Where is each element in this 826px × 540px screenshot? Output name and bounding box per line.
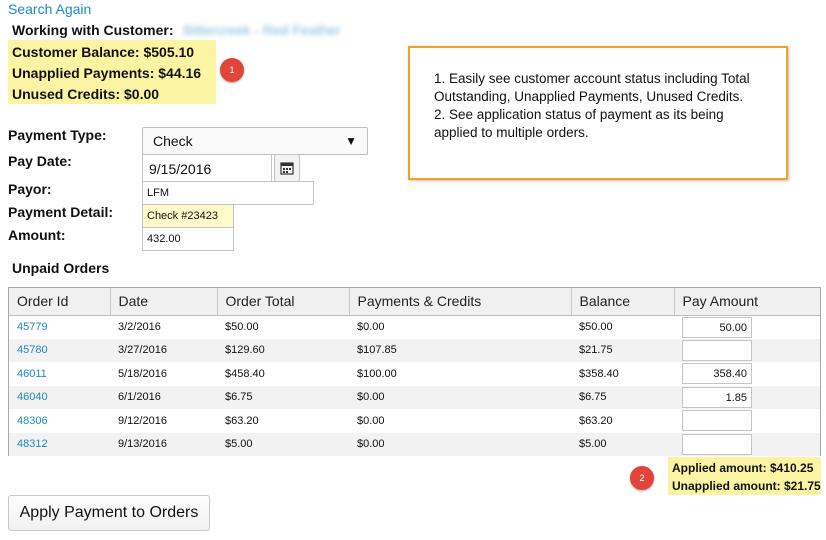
order-payments: $0.00 — [357, 414, 385, 427]
calendar-icon[interactable] — [274, 154, 300, 182]
payment-detail-label: Payment Detail: — [8, 204, 114, 220]
pay-amount-input[interactable] — [682, 339, 752, 361]
payment-type-label: Payment Type: — [8, 127, 107, 143]
table-row: 46011 5/18/2016 $458.40 $100.00 $358.40 … — [9, 362, 820, 386]
order-total: $458.40 — [225, 367, 265, 380]
order-date: 3/2/2016 — [118, 321, 161, 333]
apply-payment-button[interactable]: Apply Payment to Orders — [8, 495, 210, 531]
order-total: $5.00 — [217, 432, 349, 456]
amount-input[interactable]: 432.00 — [142, 227, 234, 251]
order-total: $6.75 — [217, 385, 349, 409]
unused-credits: Unused Credits: $0.00 — [12, 86, 160, 102]
order-balance: $50.00 — [579, 321, 613, 333]
order-balance: $358.40 — [579, 367, 619, 380]
account-summary: Customer Balance: $505.10 Unapplied Paym… — [8, 40, 216, 104]
payment-type-select[interactable]: Check ▼ — [142, 127, 368, 155]
pay-amount-input[interactable]: 1.85 — [682, 386, 752, 408]
payor-label: Payor: — [8, 181, 52, 197]
unpaid-orders-table: Order Id Date Order Total Payments & Cre… — [8, 287, 821, 456]
customer-name: Bittercreek - Red Feather — [183, 22, 341, 38]
column-header-balance: Balance — [571, 288, 675, 316]
order-payments: $0.00 — [349, 432, 571, 456]
order-date: 3/27/2016 — [110, 338, 217, 362]
column-header-order-id: Order Id — [9, 288, 111, 316]
order-balance: $6.75 — [571, 385, 674, 409]
column-header-order-total: Order Total — [217, 288, 350, 316]
working-label: Working with Customer: — [12, 22, 174, 38]
order-id-link[interactable]: 48312 — [17, 438, 48, 450]
payment-type-value: Check — [153, 133, 193, 149]
order-date: 9/12/2016 — [118, 414, 167, 427]
dropdown-arrow-icon: ▼ — [345, 134, 357, 148]
column-header-pay-amount: Pay Amount — [674, 288, 820, 316]
order-id-link[interactable]: 45780 — [17, 344, 48, 356]
column-header-payments-credits: Payments & Credits — [349, 288, 572, 316]
order-date: 6/1/2016 — [110, 385, 217, 409]
order-date: 5/18/2016 — [118, 367, 167, 380]
pay-amount-input[interactable]: 50.00 — [682, 316, 752, 338]
customer-balance: Customer Balance: $505.10 — [12, 44, 195, 60]
order-balance: $5.00 — [571, 432, 674, 456]
payor-input[interactable]: LFM — [142, 181, 314, 205]
unapplied-payments: Unapplied Payments: $44.16 — [12, 65, 202, 81]
unapplied-amount: Unapplied amount: $21.75 — [672, 479, 821, 493]
order-total: $129.60 — [217, 338, 349, 362]
pay-date-label: Pay Date: — [8, 153, 72, 169]
payment-totals: Applied amount: $410.25 Unapplied amount… — [668, 457, 821, 495]
order-payments: $100.00 — [357, 367, 397, 380]
callout-line-1: 1. Easily see customer account status in… — [434, 71, 750, 104]
pay-amount-input[interactable] — [682, 433, 752, 455]
order-balance: $63.20 — [579, 414, 613, 427]
order-total: $50.00 — [225, 321, 259, 333]
order-id-link[interactable]: 45779 — [17, 321, 48, 333]
applied-amount: Applied amount: $410.25 — [672, 461, 814, 475]
table-header-row: Order Id Date Order Total Payments & Cre… — [9, 288, 820, 316]
order-payments: $0.00 — [357, 321, 385, 333]
table-row: 48306 9/12/2016 $63.20 $0.00 $63.20 — [9, 409, 820, 433]
pay-amount-input[interactable] — [682, 410, 752, 432]
order-date: 9/13/2016 — [110, 432, 217, 456]
order-id-link[interactable]: 48306 — [17, 415, 48, 427]
annotation-badge-2: 2 — [630, 466, 654, 490]
callout-line-2: 2. See application status of payment as … — [434, 107, 724, 140]
table-row: 45780 3/27/2016 $129.60 $107.85 $21.75 — [9, 338, 820, 362]
order-payments: $0.00 — [349, 385, 571, 409]
order-total: $63.20 — [225, 414, 259, 427]
order-balance: $21.75 — [571, 338, 674, 362]
annotation-badge-1: 1 — [220, 58, 244, 82]
order-id-link[interactable]: 46011 — [17, 368, 47, 380]
search-again-link[interactable]: Search Again — [8, 1, 91, 17]
pay-date-input[interactable]: 9/15/2016 — [142, 154, 272, 182]
pay-amount-input[interactable]: 358.40 — [682, 363, 752, 385]
order-id-link[interactable]: 46040 — [17, 391, 48, 403]
table-row: 48312 9/13/2016 $5.00 $0.00 $5.00 — [9, 432, 820, 456]
payment-detail-input[interactable]: Check #23423 — [142, 204, 234, 228]
info-callout: 1. Easily see customer account status in… — [408, 46, 788, 180]
table-row: 45779 3/2/2016 $50.00 $0.00 $50.00 50.00 — [9, 315, 820, 339]
column-header-date: Date — [110, 288, 218, 316]
unpaid-orders-title: Unpaid Orders — [12, 260, 110, 276]
amount-label: Amount: — [8, 227, 66, 243]
working-with-customer: Working with Customer: Bittercreek - Red… — [12, 22, 341, 38]
order-payments: $107.85 — [349, 338, 571, 362]
table-row: 46040 6/1/2016 $6.75 $0.00 $6.75 1.85 — [9, 385, 820, 409]
